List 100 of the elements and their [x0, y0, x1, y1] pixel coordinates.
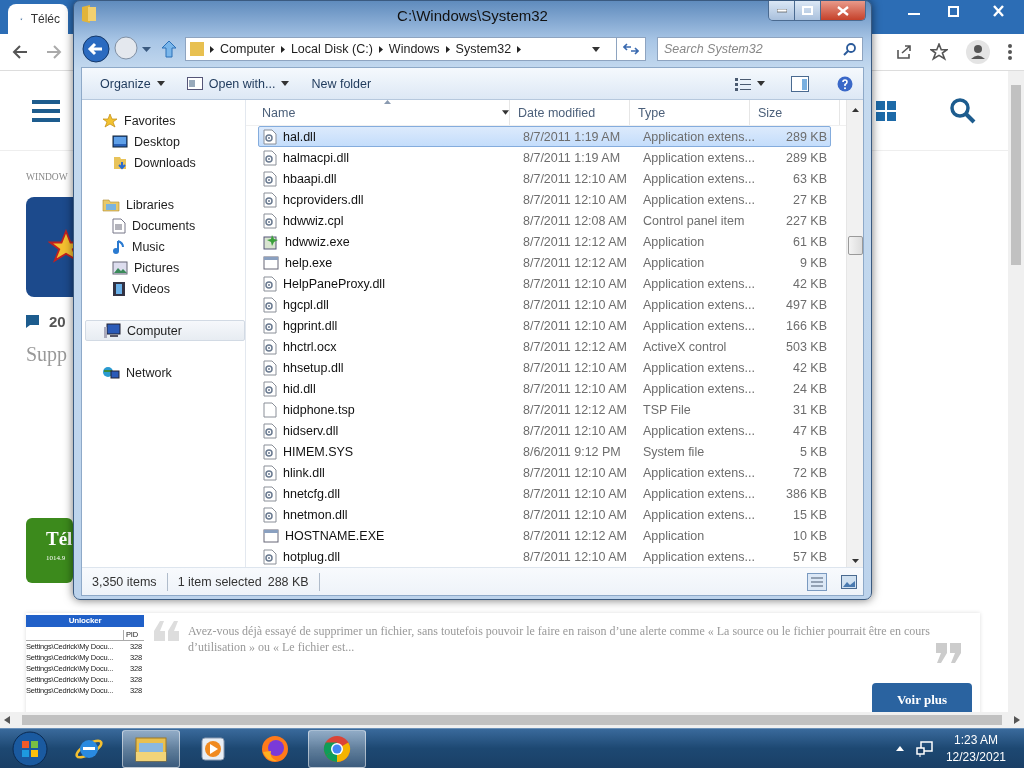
column-header[interactable]: Type: [630, 100, 750, 125]
read-more-button[interactable]: Voir plus: [872, 683, 972, 712]
file-size: 72 KB: [791, 465, 827, 480]
search-field[interactable]: Search System32: [657, 37, 863, 61]
item-count: 3,350 items: [92, 574, 157, 589]
file-size: 289 KB: [785, 129, 827, 144]
breadcrumb-item[interactable]: Computer: [220, 42, 275, 56]
scroll-down-icon[interactable]: [851, 559, 859, 563]
date-modified: 8/7/2011 12:12 AM: [523, 528, 629, 543]
file-row[interactable]: HIMEM.SYS 8/6/2011 9:12 PM System file 5 KB: [258, 441, 831, 462]
taskbar-app[interactable]: [308, 729, 366, 768]
file-name: help.exe: [285, 255, 333, 270]
nav-item[interactable]: Libraries: [85, 194, 245, 215]
nav-item[interactable]: Music: [85, 236, 245, 257]
file-row[interactable]: hbaapi.dll 8/7/2011 12:10 AM Application extens... 63 KB: [258, 168, 831, 189]
file-row[interactable]: hhsetup.dll 8/7/2011 12:10 AM Application extens... 42 KB: [258, 357, 831, 378]
file-row[interactable]: help.exe 8/7/2011 12:12 AM Application 9 KB: [258, 252, 831, 273]
view-options-icon[interactable]: [735, 76, 751, 91]
windows-logo-icon: [876, 100, 896, 121]
file-type: Application extens...: [643, 297, 756, 312]
chevron-icon: [445, 45, 450, 53]
large-icons-view-icon[interactable]: [841, 574, 857, 589]
scroll-up-icon[interactable]: [851, 108, 859, 112]
scrollbar[interactable]: [846, 100, 863, 567]
file-row[interactable]: hidphone.tsp 8/7/2011 12:12 AM TSP File 31 KB: [258, 399, 831, 420]
toolbar-button[interactable]: New folder: [303, 72, 380, 95]
preview-pane-icon[interactable]: [791, 75, 809, 92]
breadcrumb-item[interactable]: Windows: [388, 42, 440, 56]
nav-item[interactable]: Videos: [85, 278, 245, 299]
nav-item[interactable]: Desktop: [85, 131, 245, 152]
window-title: C:\Windows\System32: [396, 7, 549, 24]
scroll-right-icon[interactable]: [1014, 716, 1020, 724]
file-row[interactable]: hdwwiz.cpl 8/7/2011 12:08 AM Control panel item 227 KB: [258, 210, 831, 231]
network-icon[interactable]: [915, 739, 934, 758]
up-arrow-icon[interactable]: [161, 40, 177, 58]
file-gear-icon: [263, 485, 277, 502]
minimize-button[interactable]: [769, 1, 795, 20]
menu-icon[interactable]: [1008, 44, 1012, 60]
close-button[interactable]: [821, 1, 865, 20]
breadcrumb-item[interactable]: System32: [455, 42, 512, 56]
file-type: Application extens...: [643, 423, 756, 438]
file-row[interactable]: hnetcfg.dll 8/7/2011 12:10 AM Application extens... 386 KB: [258, 483, 831, 504]
address-bar[interactable]: Computer Local Disk (C:) Windows System32: [185, 37, 646, 61]
caret-icon: [757, 81, 765, 86]
column-header[interactable]: Date modified: [510, 100, 630, 125]
file-row[interactable]: hal.dll 8/7/2011 1:19 AM Application extens... 289 KB: [258, 126, 831, 147]
file-type: Application extens...: [643, 276, 756, 291]
taskbar-app[interactable]: [122, 729, 180, 768]
file-name: hdwwiz.exe: [285, 234, 350, 249]
scrollbar[interactable]: [0, 712, 1024, 728]
refresh-icon[interactable]: [623, 42, 639, 56]
file-row[interactable]: hidserv.dll 8/7/2011 12:10 AM Application extens... 47 KB: [258, 420, 831, 441]
search-icon[interactable]: [950, 97, 976, 124]
file-row[interactable]: hotplug.dll 8/7/2011 12:10 AM Application extens... 57 KB: [258, 546, 831, 567]
show-hidden-icons-icon[interactable]: [895, 746, 904, 751]
media-player-icon: [200, 735, 226, 762]
file-gear-icon: [263, 359, 277, 376]
file-row[interactable]: hlink.dll 8/7/2011 12:10 AM Application extens... 72 KB: [258, 462, 831, 483]
back-icon[interactable]: [12, 44, 28, 60]
menu-icon[interactable]: [32, 99, 60, 122]
back-button[interactable]: [82, 35, 110, 63]
file-row[interactable]: hhctrl.ocx 8/7/2011 12:12 AM ActiveX control 503 KB: [258, 336, 831, 357]
file-row[interactable]: halmacpi.dll 8/7/2011 1:19 AM Application extens... 289 KB: [258, 147, 831, 168]
profile-icon[interactable]: [966, 40, 990, 64]
column-header[interactable]: Size: [750, 100, 840, 125]
nav-item[interactable]: Network: [85, 362, 245, 383]
caret-icon[interactable]: [142, 46, 151, 52]
file-row[interactable]: hgprint.dll 8/7/2011 12:10 AM Application extens... 166 KB: [258, 315, 831, 336]
picture-icon: [112, 260, 128, 275]
file-row[interactable]: hgcpl.dll 8/7/2011 12:10 AM Application extens... 497 KB: [258, 294, 831, 315]
nav-item[interactable]: Favorites: [85, 110, 245, 131]
maximize-button[interactable]: [795, 1, 821, 20]
clock[interactable]: 1:23 AM 12/23/2021: [945, 731, 1006, 766]
nav-item[interactable]: Downloads: [85, 152, 245, 173]
nav-item[interactable]: Pictures: [85, 257, 245, 278]
file-size: 227 KB: [785, 213, 827, 228]
file-name: hal.dll: [283, 129, 316, 144]
breadcrumb-link[interactable]: WINDOW: [26, 171, 68, 183]
file-row[interactable]: hid.dll 8/7/2011 12:10 AM Application extens... 24 KB: [258, 378, 831, 399]
file-row[interactable]: hdwwiz.exe 8/7/2011 12:12 AM Application 61 KB: [258, 231, 831, 252]
file-row[interactable]: hnetmon.dll 8/7/2011 12:10 AM Application extens... 15 KB: [258, 504, 831, 525]
details-view-icon[interactable]: [807, 572, 827, 591]
help-icon[interactable]: [837, 75, 853, 92]
file-row[interactable]: HelpPaneProxy.dll 8/7/2011 12:10 AM Application extens... 42 KB: [258, 273, 831, 294]
share-icon[interactable]: [896, 44, 912, 60]
browser-tab[interactable]: Téléc: [8, 4, 68, 34]
file-row[interactable]: hcproviders.dll 8/7/2011 12:10 AM Application extens... 27 KB: [258, 189, 831, 210]
file-size: 9 KB: [798, 255, 827, 270]
scroll-left-icon[interactable]: [4, 716, 10, 724]
toolbar-button[interactable]: Open with...: [178, 72, 298, 95]
scroll-thumb[interactable]: [847, 236, 863, 255]
file-gear-icon: [263, 170, 277, 187]
file-name: hlink.dll: [283, 465, 325, 480]
scrollbar[interactable]: [1008, 71, 1024, 712]
star-icon[interactable]: [930, 43, 948, 61]
toolbar-button[interactable]: Organize: [92, 72, 173, 95]
nav-item[interactable]: Computer: [85, 320, 245, 341]
breadcrumb-item[interactable]: Local Disk (C:): [290, 42, 373, 56]
nav-item[interactable]: Documents: [85, 215, 245, 236]
file-row[interactable]: HOSTNAME.EXE 8/7/2011 12:12 AM Application 10 KB: [258, 525, 831, 546]
